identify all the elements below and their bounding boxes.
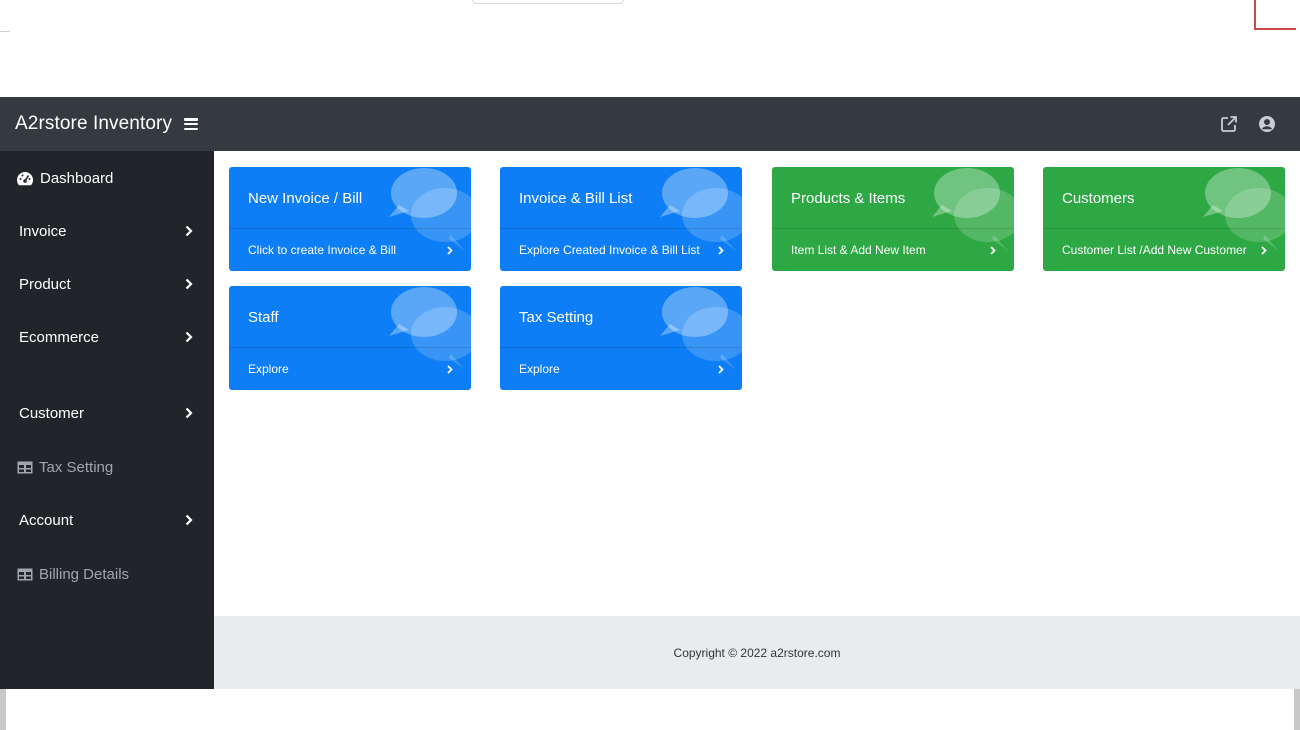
sidebar-item-label: Billing Details	[39, 565, 130, 583]
card-staff[interactable]: Staff Explore	[229, 286, 471, 390]
menu-toggle-icon[interactable]	[184, 118, 199, 130]
card-title: Customers	[1062, 190, 1135, 207]
card-new-invoice[interactable]: New Invoice / Bill Click to create Invoi…	[229, 167, 471, 271]
card-invoice-bill-list[interactable]: Invoice & Bill List Explore Created Invo…	[500, 167, 742, 271]
card-footer-link[interactable]: Explore	[229, 347, 471, 390]
browser-bottom-area	[0, 689, 1300, 730]
card-footer-link[interactable]: Explore Created Invoice & Bill List	[500, 228, 742, 271]
divider	[0, 31, 10, 32]
card-footer-link[interactable]: Item List & Add New Item	[772, 228, 1014, 271]
sidebar-item-label: Customer	[19, 404, 85, 422]
card-title: Products & Items	[791, 190, 906, 207]
chevron-right-icon	[176, 225, 202, 237]
card-link-text: Explore Created Invoice & Bill List	[519, 243, 700, 257]
sidebar-item-label: Tax Setting	[39, 458, 114, 476]
card-link-text: Click to create Invoice & Bill	[248, 243, 397, 257]
sidebar-item-label: Dashboard	[40, 169, 114, 187]
left-border	[0, 689, 6, 730]
chevron-right-icon	[176, 407, 202, 419]
card-link-text: Explore	[248, 362, 289, 376]
browser-top-area	[0, 0, 1300, 97]
chevron-right-icon	[176, 278, 202, 290]
card-footer-link[interactable]: Click to create Invoice & Bill	[229, 228, 471, 271]
chevron-right-icon	[447, 364, 453, 374]
browser-tab-hint	[472, 0, 624, 4]
table-icon	[17, 568, 33, 581]
page-footer: Copyright © 2022 a2rstore.com	[214, 616, 1300, 689]
sidebar-item-invoice[interactable]: Invoice	[0, 211, 214, 251]
card-products-items[interactable]: Products & Items Item List & Add New Ite…	[772, 167, 1014, 271]
user-circle-icon[interactable]	[1258, 115, 1276, 133]
sidebar-item-billing-details[interactable]: Billing Details	[0, 554, 214, 594]
sidebar-item-customer[interactable]: Customer	[0, 393, 214, 433]
chevron-right-icon	[990, 245, 996, 255]
sidebar-item-label: Invoice	[19, 222, 67, 240]
chevron-right-icon	[718, 364, 724, 374]
sidebar-item-label: Product	[19, 275, 71, 293]
card-customers[interactable]: Customers Customer List /Add New Custome…	[1043, 167, 1285, 271]
dashboard-content: New Invoice / Bill Click to create Invoi…	[214, 151, 1300, 616]
sidebar-item-ecommerce[interactable]: Ecommerce	[0, 317, 214, 357]
window-corner-hint	[1254, 0, 1296, 30]
dashboard-gauge-icon	[16, 171, 34, 186]
card-link-text: Customer List /Add New Customer	[1062, 243, 1247, 257]
card-link-text: Item List & Add New Item	[791, 243, 926, 257]
sidebar-item-dashboard[interactable]: Dashboard	[0, 158, 214, 198]
brand-title[interactable]: A2rstore Inventory	[0, 113, 172, 135]
top-navbar: A2rstore Inventory	[0, 97, 1300, 151]
sidebar-item-account[interactable]: Account	[0, 500, 214, 540]
card-link-text: Explore	[519, 362, 560, 376]
external-link-icon[interactable]	[1220, 115, 1238, 133]
chevron-right-icon	[447, 245, 453, 255]
right-border	[1294, 689, 1300, 730]
copyright-text: Copyright © 2022 a2rstore.com	[673, 645, 841, 660]
sidebar-item-product[interactable]: Product	[0, 264, 214, 304]
sidebar-item-label: Ecommerce	[19, 328, 100, 346]
chevron-right-icon	[1261, 245, 1267, 255]
chevron-right-icon	[718, 245, 724, 255]
sidebar-item-tax-setting[interactable]: Tax Setting	[0, 447, 214, 487]
chevron-right-icon	[176, 514, 202, 526]
sidebar: Dashboard Invoice Product Ecommerce Cust…	[0, 151, 214, 689]
card-title: New Invoice / Bill	[248, 190, 363, 207]
card-title: Tax Setting	[519, 309, 594, 326]
card-footer-link[interactable]: Customer List /Add New Customer	[1043, 228, 1285, 271]
card-title: Invoice & Bill List	[519, 190, 633, 207]
table-icon	[17, 461, 33, 474]
navbar-actions	[1220, 115, 1300, 133]
card-title: Staff	[248, 309, 279, 326]
card-footer-link[interactable]: Explore	[500, 347, 742, 390]
card-tax-setting[interactable]: Tax Setting Explore	[500, 286, 742, 390]
sidebar-item-label: Account	[19, 511, 74, 529]
chevron-right-icon	[176, 331, 202, 343]
